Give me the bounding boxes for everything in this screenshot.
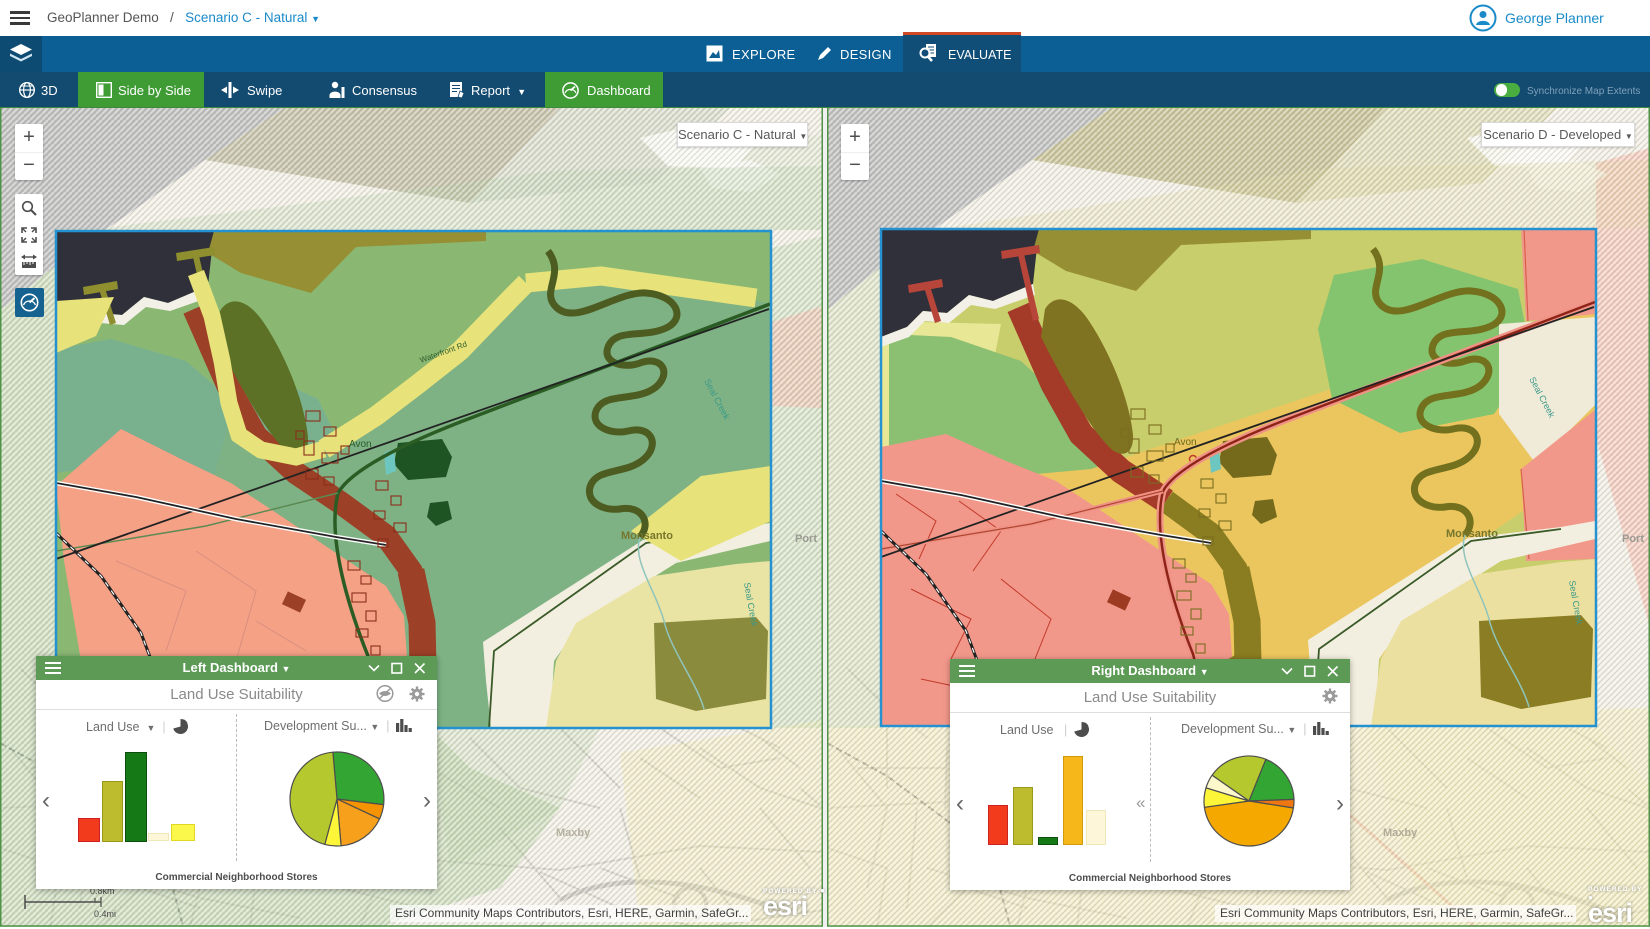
svg-text:Port: Port [795,533,817,545]
svg-text:Maxby: Maxby [1383,827,1418,839]
svg-text:Monsanto: Monsanto [621,530,673,542]
svg-text:Avon: Avon [349,439,372,450]
svg-text:Port: Port [1622,533,1644,545]
svg-text:0.4mi: 0.4mi [94,909,116,919]
svg-text:Maxby: Maxby [556,827,591,839]
svg-text:Monsanto: Monsanto [1446,528,1498,540]
svg-text:Avon: Avon [1174,437,1197,448]
